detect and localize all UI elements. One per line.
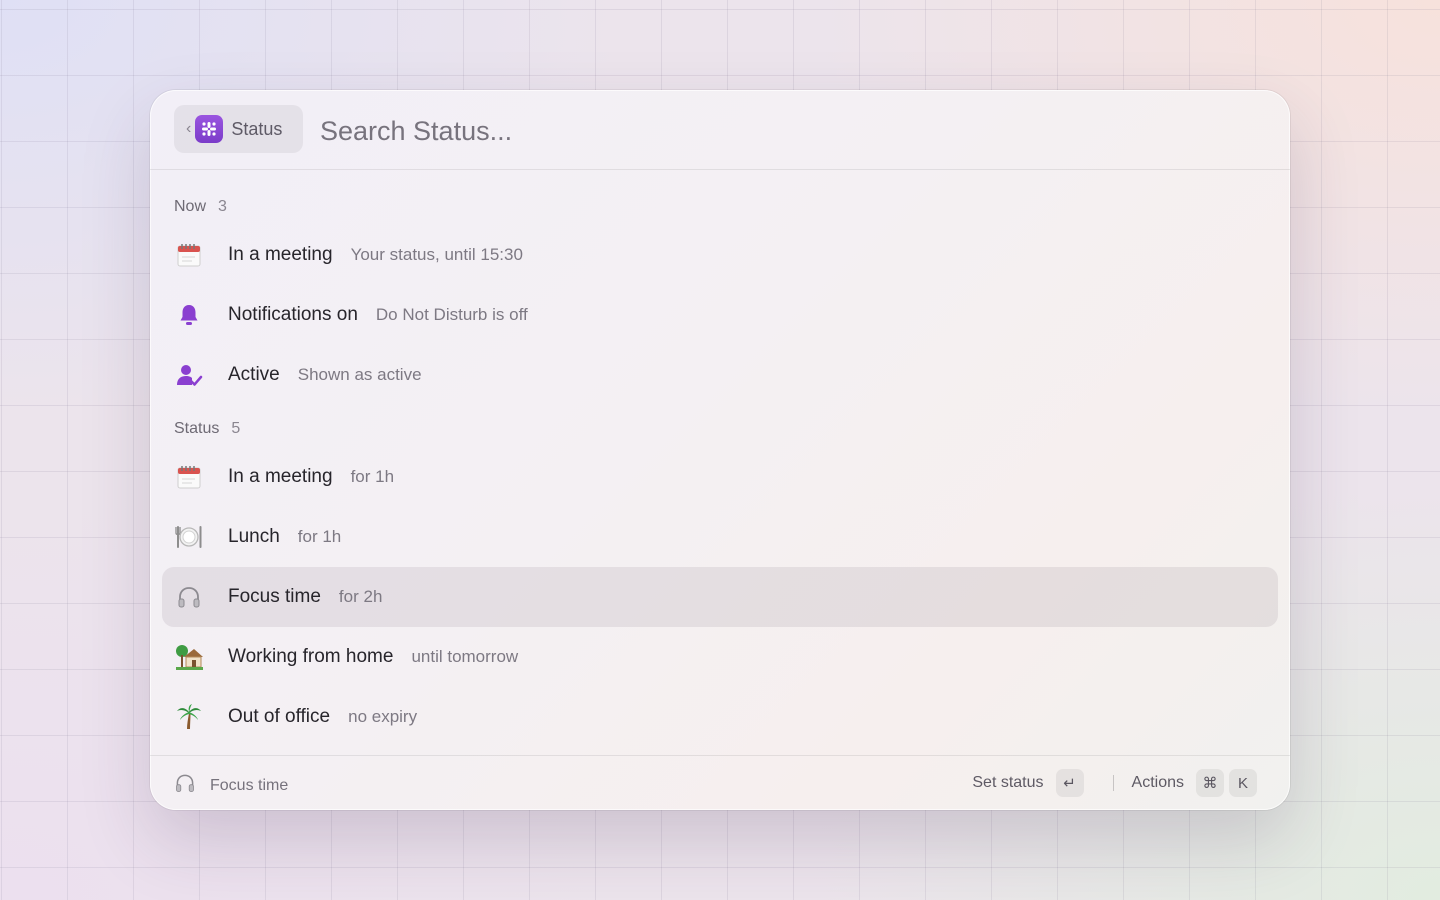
plate-cutlery-icon <box>174 522 204 552</box>
user-check-icon <box>174 360 204 390</box>
list-item-subtitle: Shown as active <box>297 365 422 384</box>
list-item[interactable]: Active Shown as active <box>162 345 1278 405</box>
list-item-subtitle: Do Not Disturb is off <box>375 305 528 324</box>
command-key-icon: ⌘ <box>1196 769 1224 797</box>
list-item[interactable]: In a meeting for 1h <box>162 447 1278 507</box>
list-item-subtitle: for 1h <box>297 527 342 546</box>
back-button[interactable]: ‹ Status <box>174 105 303 153</box>
set-status-button[interactable]: Set status <box>972 774 1043 792</box>
list-item-subtitle: for 1h <box>350 467 395 486</box>
selected-item-label: Focus time <box>210 776 289 794</box>
footer-actions: Set status ↵ Actions ⌘ K <box>972 769 1262 797</box>
section-title: Now <box>174 198 207 215</box>
section-count: 3 <box>218 198 227 215</box>
bell-icon <box>174 300 204 330</box>
list-item-title: Out of office <box>228 706 331 727</box>
chevron-left-icon: ‹ <box>186 120 192 137</box>
list-item[interactable]: Lunch for 1h <box>162 507 1278 567</box>
section-count: 5 <box>231 420 241 437</box>
list-item-subtitle: no expiry <box>348 707 418 726</box>
list-item-selected[interactable]: Focus time for 2h <box>162 567 1278 627</box>
palm-tree-icon <box>174 702 204 732</box>
list-item-title: In a meeting <box>228 244 333 265</box>
list-item[interactable]: In a meeting Your status, until 15:30 <box>162 225 1278 285</box>
house-tree-icon <box>174 642 204 672</box>
calendar-icon <box>174 462 204 492</box>
divider <box>1112 775 1114 791</box>
list-item[interactable]: Notifications on Do Not Disturb is off <box>162 285 1278 345</box>
action-bar: Focus time Set status ↵ Actions ⌘ K <box>150 755 1290 810</box>
k-key: K <box>1229 769 1257 797</box>
selected-item-indicator: Focus time <box>174 772 288 799</box>
back-button-label: Status <box>231 118 283 139</box>
list-item-subtitle: for 2h <box>338 587 383 606</box>
list-item-subtitle: until tomorrow <box>411 647 519 666</box>
command-window: ‹ Status Now 3 <box>150 90 1290 810</box>
slack-app-icon <box>195 115 224 143</box>
list-item-title: Lunch <box>228 526 280 547</box>
list-item-title: Notifications on <box>228 304 358 325</box>
list-item-title: In a meeting <box>228 466 333 487</box>
search-input[interactable] <box>318 108 1222 154</box>
actions-button[interactable]: Actions <box>1132 774 1184 792</box>
return-key-icon: ↵ <box>1055 769 1084 797</box>
list-item-title: Working from home <box>228 646 394 667</box>
list-item-subtitle: Your status, until 15:30 <box>350 245 523 264</box>
section-header-status: Status 5 <box>174 420 240 438</box>
headphones-icon <box>174 772 196 799</box>
section-title: Status <box>174 420 220 437</box>
list-item[interactable]: Out of office no expiry <box>162 687 1278 747</box>
list-item-title: Focus time <box>228 586 321 607</box>
search-header: ‹ Status <box>150 90 1290 170</box>
headphones-icon <box>174 582 204 612</box>
list-item-title: Active <box>228 364 280 385</box>
section-header-now: Now 3 <box>174 198 227 216</box>
calendar-icon <box>174 240 204 270</box>
list-item[interactable]: Working from home until tomorrow <box>162 627 1278 687</box>
